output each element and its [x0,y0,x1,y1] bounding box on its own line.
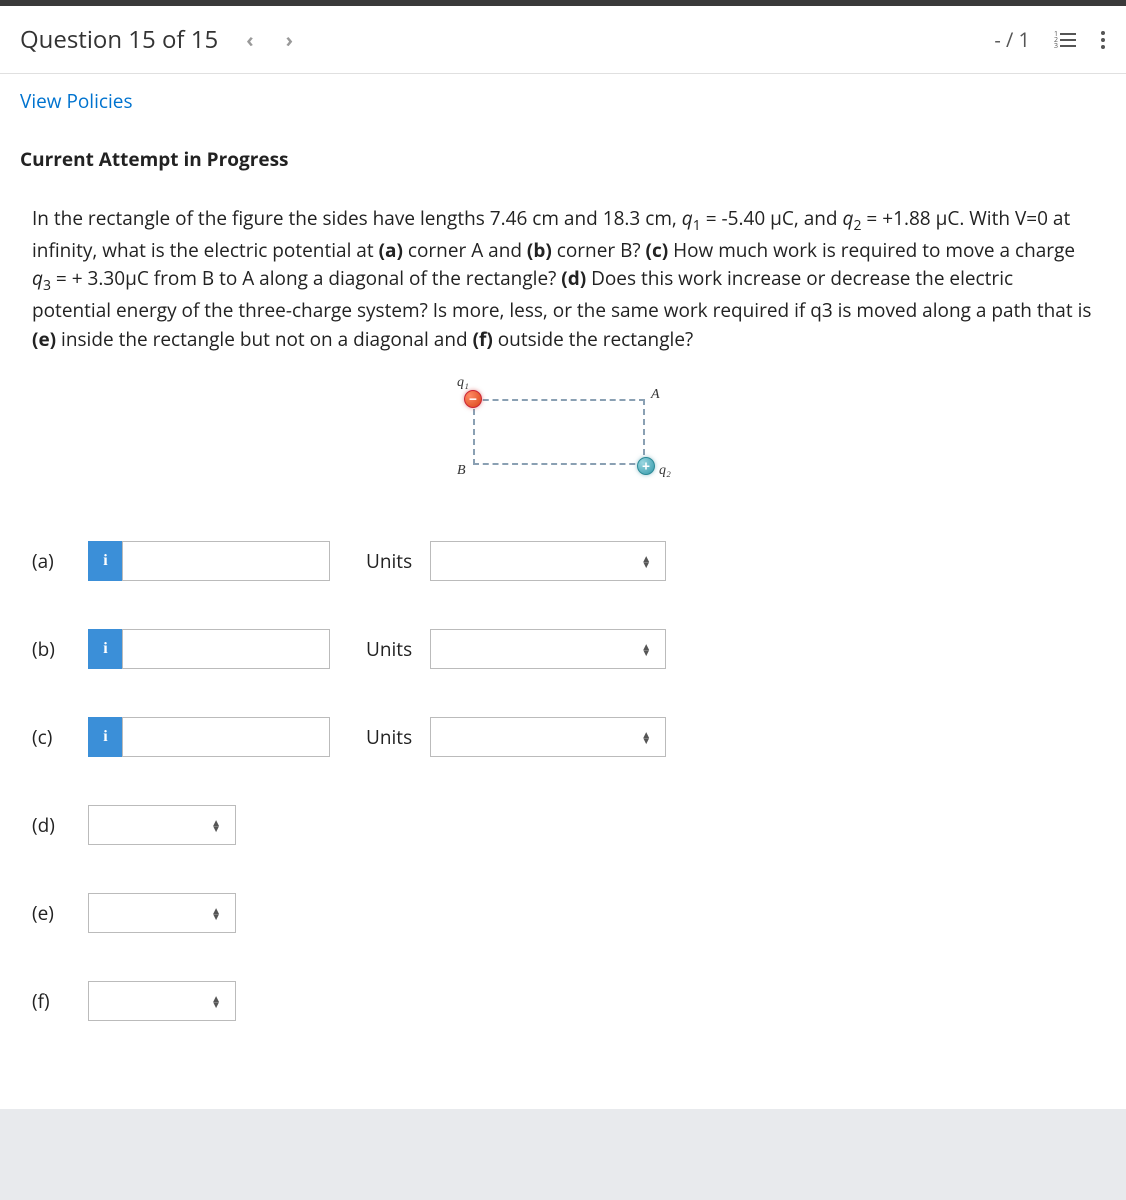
answer-input-b[interactable] [122,629,330,669]
chevron-updown-icon: ▲▼ [641,555,651,567]
question-text: In the rectangle of the figure the sides… [32,204,1094,353]
question-number: Question 15 of 15 [20,23,218,56]
figure-label-A: A [651,387,660,403]
chevron-updown-icon: ▲▼ [211,995,221,1007]
question-header: Question 15 of 15 ‹ › - / 1 1 2 3 [0,6,1126,74]
answer-row-e: (e) ▲▼ [32,893,1094,933]
prev-question-button[interactable]: ‹ [238,22,261,57]
units-label: Units [366,724,412,750]
chevron-updown-icon: ▲▼ [211,907,221,919]
figure-label-q2: q₂ [659,463,671,479]
answer-select-e[interactable]: ▲▼ [88,893,236,933]
answer-row-c: (c) i Units ▲▼ [32,717,1094,757]
answer-row-d: (d) ▲▼ [32,805,1094,845]
question-figure: − + q₁ A B q₂ [453,381,673,481]
part-label-b: (b) [32,636,88,662]
units-select-a[interactable]: ▲▼ [430,541,666,581]
score-display: - / 1 [994,26,1030,53]
answer-row-f: (f) ▲▼ [32,981,1094,1021]
answer-select-d[interactable]: ▲▼ [88,805,236,845]
charge-q1-icon: − [464,390,482,408]
answer-row-b: (b) i Units ▲▼ [32,629,1094,669]
chevron-updown-icon: ▲▼ [641,643,651,655]
part-label-d: (d) [32,812,88,838]
figure-label-B: B [457,463,466,479]
answer-input-c[interactable] [122,717,330,757]
next-question-button[interactable]: › [278,22,301,57]
figure-label-q1: q₁ [457,375,469,391]
info-icon[interactable]: i [88,717,122,757]
more-menu-icon[interactable] [1100,30,1106,50]
list-icon[interactable]: 1 2 3 [1054,31,1076,49]
charge-q2-icon: + [637,457,655,475]
answer-input-a[interactable] [122,541,330,581]
info-icon[interactable]: i [88,629,122,669]
units-label: Units [366,548,412,574]
info-icon[interactable]: i [88,541,122,581]
part-label-c: (c) [32,724,88,750]
part-label-e: (e) [32,900,88,926]
units-label: Units [366,636,412,662]
answer-select-f[interactable]: ▲▼ [88,981,236,1021]
part-label-f: (f) [32,988,88,1014]
view-policies-link[interactable]: View Policies [20,88,133,114]
answer-row-a: (a) i Units ▲▼ [32,541,1094,581]
attempt-status: Current Attempt in Progress [0,128,1126,180]
chevron-updown-icon: ▲▼ [211,819,221,831]
svg-text:3: 3 [1054,42,1058,49]
part-label-a: (a) [32,548,88,574]
units-select-b[interactable]: ▲▼ [430,629,666,669]
units-select-c[interactable]: ▲▼ [430,717,666,757]
chevron-updown-icon: ▲▼ [641,731,651,743]
